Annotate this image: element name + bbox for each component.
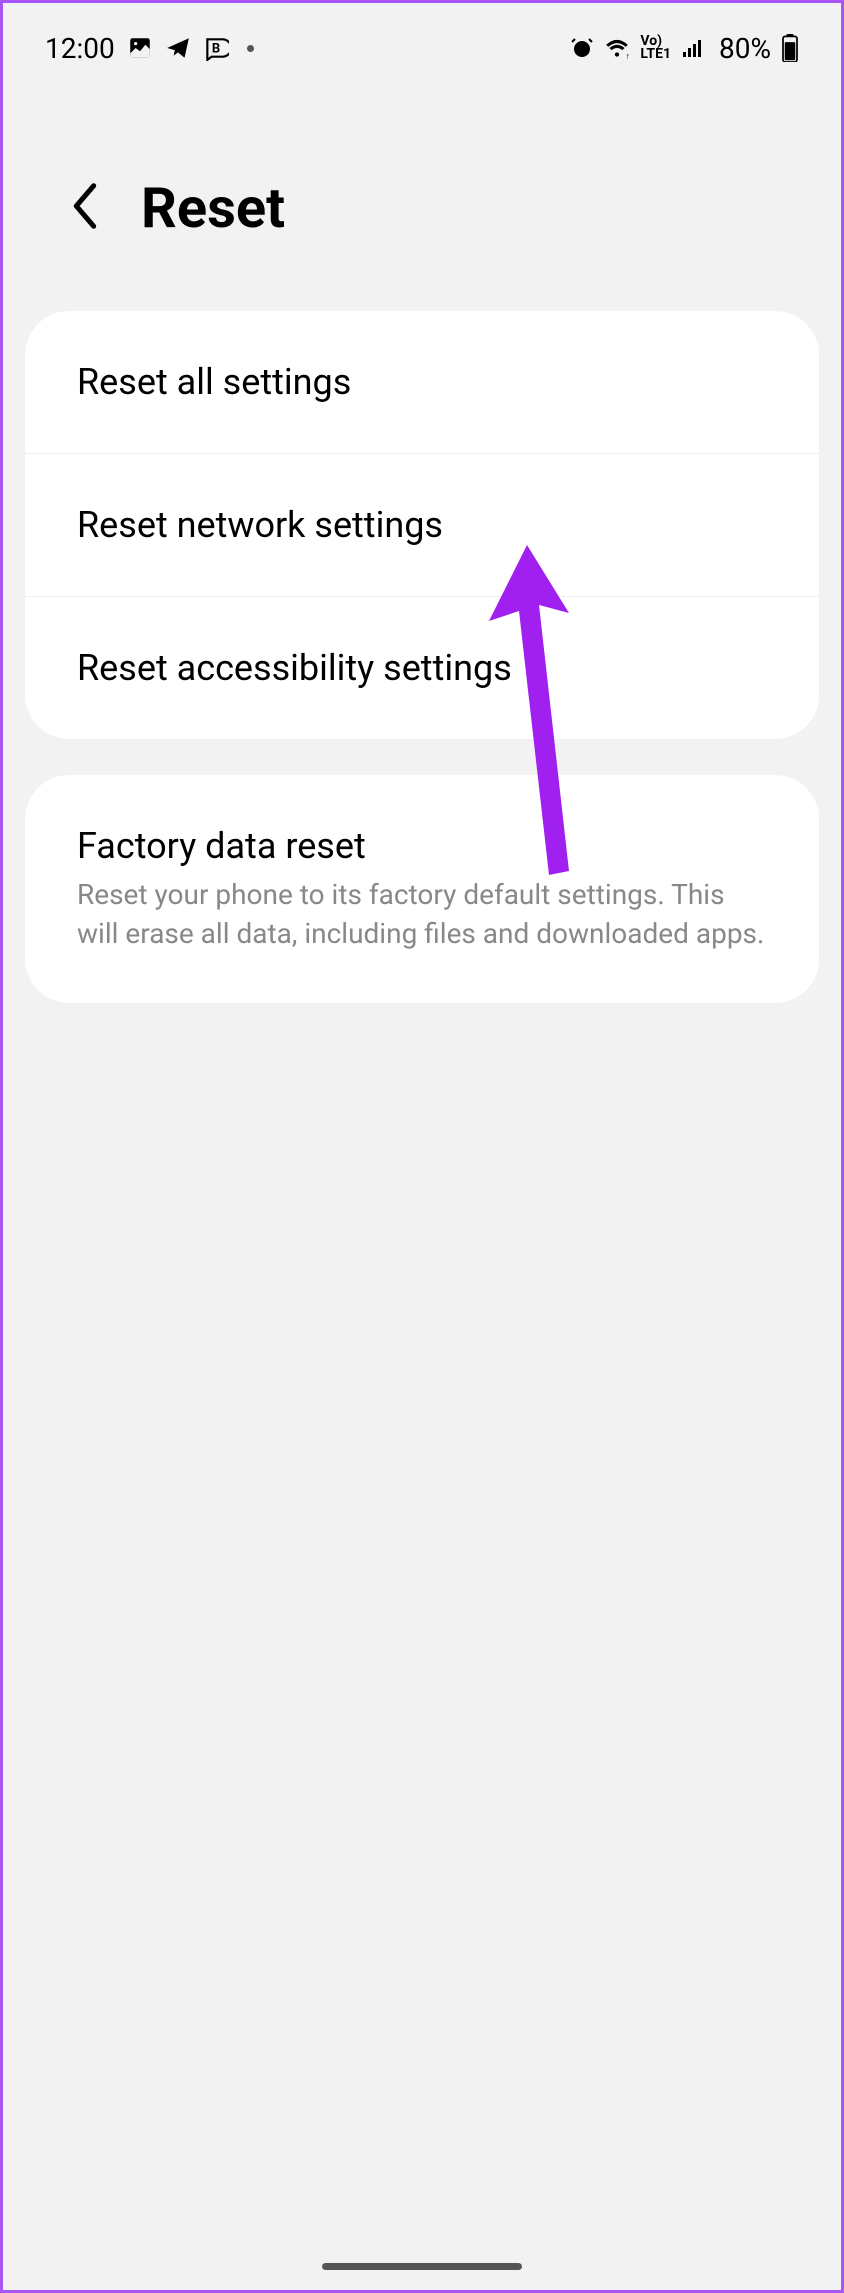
chevron-left-icon xyxy=(67,180,103,232)
list-item-label: Reset all settings xyxy=(77,361,767,403)
page-title: Reset xyxy=(141,175,285,241)
reset-options-card: Reset all settings Reset network setting… xyxy=(25,311,819,739)
b-circle-icon: B xyxy=(203,35,229,61)
status-left: 12:00 B xyxy=(45,32,254,65)
list-item-label: Reset network settings xyxy=(77,504,767,546)
factory-data-reset-item[interactable]: Factory data reset Reset your phone to i… xyxy=(25,775,819,1003)
alarm-icon xyxy=(570,36,594,60)
list-item-label: Reset accessibility settings xyxy=(77,647,767,689)
status-right: ↑↓ Vo)LTE1 80% xyxy=(570,32,799,65)
more-dot-icon xyxy=(247,45,254,52)
page-header: Reset xyxy=(3,75,841,311)
battery-percent: 80% xyxy=(719,32,771,65)
factory-reset-card: Factory data reset Reset your phone to i… xyxy=(25,775,819,1003)
reset-accessibility-settings-item[interactable]: Reset accessibility settings xyxy=(25,597,819,739)
signal-icon xyxy=(681,36,705,60)
list-item-label: Factory data reset xyxy=(77,825,767,867)
gallery-icon xyxy=(127,35,153,61)
back-button[interactable] xyxy=(67,180,103,236)
volte-icon: Vo)LTE1 xyxy=(640,35,671,60)
reset-network-settings-item[interactable]: Reset network settings xyxy=(25,454,819,597)
status-bar: 12:00 B ↑↓ Vo)LTE1 80% xyxy=(3,3,841,75)
svg-text:B: B xyxy=(212,41,220,56)
reset-all-settings-item[interactable]: Reset all settings xyxy=(25,311,819,454)
clock-text: 12:00 xyxy=(45,32,115,65)
home-indicator[interactable] xyxy=(322,2263,522,2270)
svg-text:↑↓: ↑↓ xyxy=(626,52,630,61)
list-item-subtitle: Reset your phone to its factory default … xyxy=(77,875,767,953)
battery-icon xyxy=(781,34,799,62)
telegram-icon xyxy=(165,35,191,61)
wifi-icon: ↑↓ xyxy=(604,35,630,61)
